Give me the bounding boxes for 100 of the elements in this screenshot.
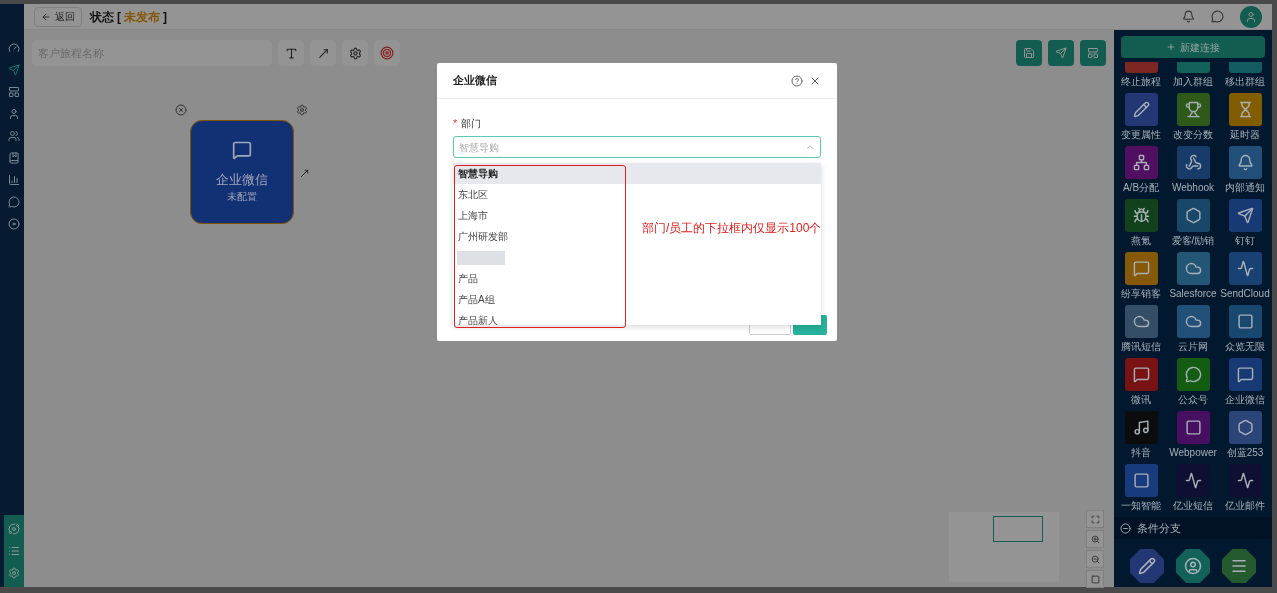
pulse-icon (1236, 472, 1254, 489)
palette-tile[interactable] (1176, 62, 1210, 73)
hexagon-icon (1184, 207, 1202, 224)
pencil-icon (1132, 101, 1150, 118)
target-button[interactable] (374, 40, 400, 66)
node-title: 企业微信 (216, 170, 268, 189)
palette-tile[interactable] (1228, 62, 1262, 73)
zoom-button[interactable] (1086, 550, 1104, 568)
palette-tile[interactable] (1228, 411, 1262, 444)
zoom-in-icon (1090, 534, 1100, 544)
dropdown-option[interactable]: 产品 (453, 268, 613, 289)
cloud-icon (1184, 260, 1202, 277)
arrow-left-icon (41, 11, 51, 22)
zoom-button[interactable] (1086, 530, 1104, 548)
condition-tile[interactable] (1222, 549, 1256, 583)
layout-icon[interactable] (8, 86, 20, 98)
palette-label: 微讯 (1131, 393, 1151, 407)
dropdown-option[interactable]: 产品A组 (453, 289, 613, 310)
palette-tile[interactable] (1124, 358, 1158, 391)
palette-tile[interactable] (1176, 93, 1210, 126)
palette-label: 企业微信 (1225, 393, 1265, 407)
palette-tile[interactable] (1176, 146, 1210, 179)
palette-label: Salesforce (1169, 287, 1217, 301)
close-icon[interactable] (175, 104, 187, 116)
chat-icon (1236, 366, 1254, 383)
arrow-icon (316, 46, 330, 60)
collapse-icon[interactable] (1120, 522, 1131, 534)
bar-chart-icon[interactable] (8, 174, 20, 186)
chat-bubble-icon (232, 139, 252, 160)
palette-tile[interactable] (1228, 146, 1262, 179)
node-card[interactable]: 企业微信 未配置 (190, 120, 294, 224)
square-icon (1090, 574, 1100, 584)
chevron-icon (805, 142, 815, 152)
palette-tile[interactable] (1176, 199, 1210, 232)
disc-icon[interactable] (8, 218, 20, 230)
palette-tile[interactable] (1124, 305, 1158, 338)
people-icon[interactable] (8, 130, 20, 142)
user-icon[interactable] (8, 108, 20, 120)
palette-tile[interactable] (1176, 252, 1210, 285)
list-icon (1230, 557, 1248, 575)
condition-tile[interactable] (1130, 549, 1164, 583)
palette-label: Webhook (1171, 181, 1215, 195)
palette-tile[interactable] (1228, 252, 1262, 285)
music-note-icon (1132, 419, 1150, 436)
palette-tile[interactable] (1124, 93, 1158, 126)
palette-tile[interactable] (1228, 358, 1262, 391)
palette-tile[interactable] (1228, 464, 1262, 497)
user-icon (1184, 557, 1202, 575)
chat-icon[interactable] (8, 196, 20, 208)
tool-button[interactable] (310, 40, 336, 66)
palette-label: 终止旅程 (1121, 75, 1161, 89)
palette-label: 内部通知 (1225, 181, 1265, 195)
palette-tile[interactable] (1176, 358, 1210, 391)
help-icon[interactable] (791, 74, 803, 87)
bell-icon[interactable] (1182, 10, 1195, 23)
connector-icon[interactable] (299, 168, 310, 179)
book-icon[interactable] (8, 152, 20, 164)
palette-tile[interactable] (1176, 464, 1210, 497)
dropdown-option[interactable]: 产品新人 (453, 310, 613, 325)
condition-tile[interactable] (1176, 549, 1210, 583)
hexagon-icon (1236, 419, 1254, 436)
branch-icon (1132, 154, 1150, 171)
palette-tile[interactable] (1124, 199, 1158, 232)
palette-tile[interactable] (1124, 62, 1158, 73)
palette-label: 移出群组 (1225, 75, 1265, 89)
dropdown-option[interactable]: 东北区 (453, 184, 613, 205)
text-icon (284, 46, 298, 60)
palette-tile[interactable] (1176, 305, 1210, 338)
palette-tile[interactable] (1228, 305, 1262, 338)
tool-button[interactable] (278, 40, 304, 66)
chat-icon[interactable] (1211, 10, 1224, 23)
palette-label: 燕氪 (1131, 234, 1151, 248)
palette-tile[interactable] (1176, 411, 1210, 444)
square-icon (1132, 472, 1150, 489)
action-button[interactable] (1016, 40, 1042, 66)
dropdown-option[interactable]: 智慧导购 (453, 163, 821, 184)
avatar[interactable] (1240, 5, 1262, 28)
action-button[interactable] (1080, 40, 1106, 66)
dropdown-option[interactable]: 上海市 (453, 205, 613, 226)
palette-tile[interactable] (1124, 464, 1158, 497)
dropdown-option[interactable]: 广州研发部 (453, 226, 613, 247)
palette-tile[interactable] (1124, 411, 1158, 444)
back-button[interactable]: 返回 (34, 6, 82, 27)
trophy-icon (1184, 101, 1202, 118)
palette-tile[interactable] (1124, 146, 1158, 179)
tool-button[interactable] (342, 40, 368, 66)
field-label: 部门 (461, 117, 482, 131)
palette-label: 腾讯短信 (1121, 340, 1161, 354)
modal-title: 企业微信 (453, 73, 497, 89)
paper-plane-icon[interactable] (8, 64, 20, 76)
list-icon[interactable] (8, 545, 20, 557)
gauge-icon[interactable] (8, 42, 20, 54)
palette-label: 一知智能 (1121, 499, 1161, 513)
palette-label: 加入群组 (1173, 75, 1213, 89)
orbit-icon[interactable] (8, 523, 20, 535)
palette-tile[interactable] (1228, 199, 1262, 232)
palette-tile[interactable] (1124, 252, 1158, 285)
bracket-close: ] (163, 8, 167, 26)
palette-tile[interactable] (1228, 93, 1262, 126)
settings-icon[interactable] (296, 104, 308, 116)
